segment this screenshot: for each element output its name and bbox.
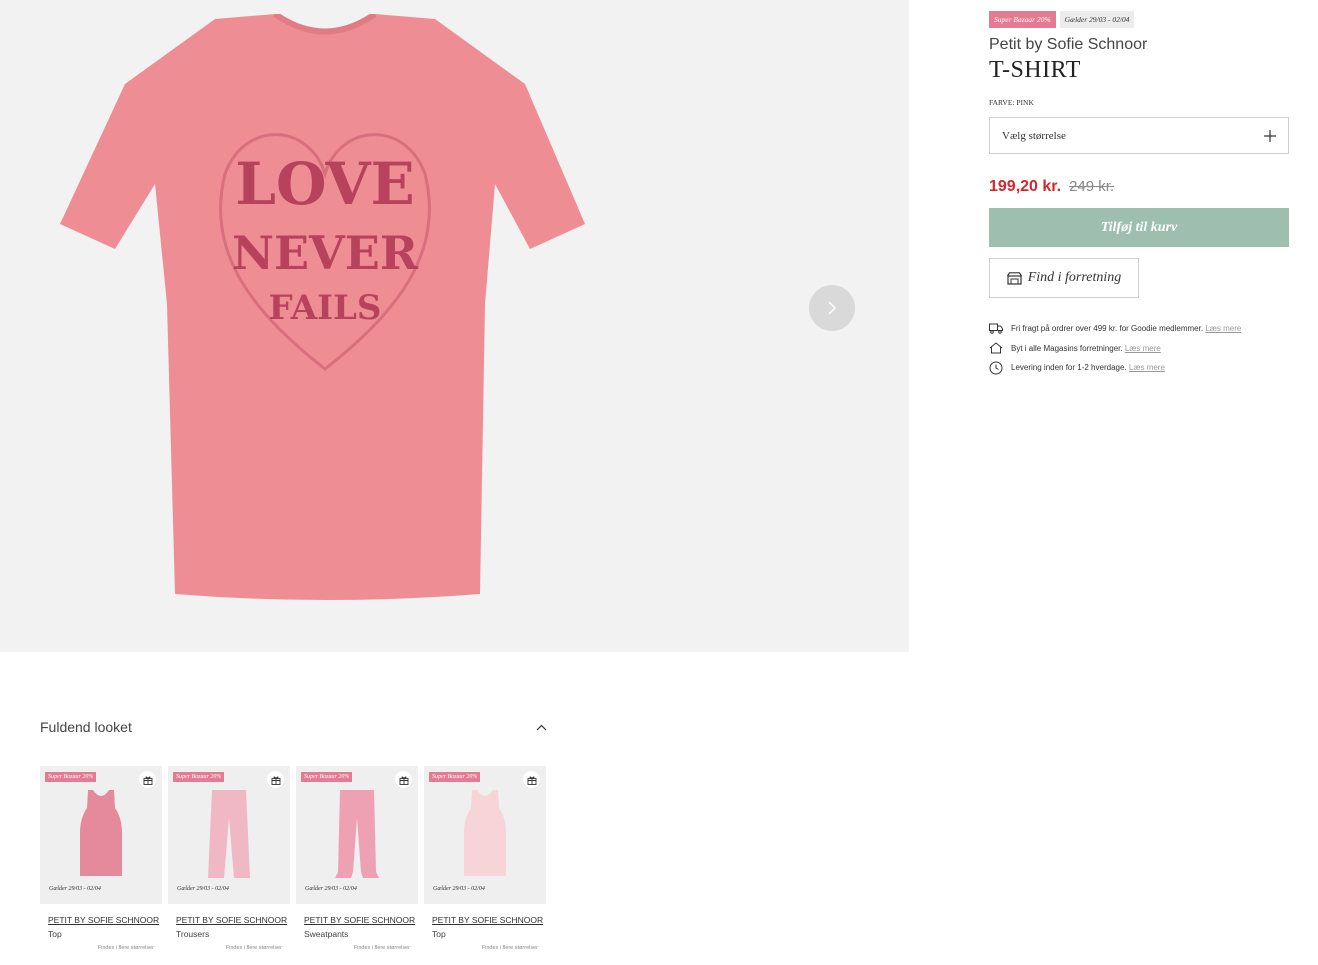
- trousers-image: [208, 790, 250, 878]
- card-date: Gælder 29/03 - 02/04: [433, 886, 485, 892]
- usp-item: Levering inden for 1-2 hverdage. Læs mer…: [989, 358, 1289, 378]
- original-price: 249 kr.: [1069, 178, 1115, 195]
- color-row: FARVE: PINK: [989, 98, 1289, 107]
- gift-icon: [143, 775, 152, 785]
- look-product-card[interactable]: Super Bazaar 20% Gælder 29/03 - 02/04 PE…: [424, 766, 546, 951]
- look-product-card[interactable]: Super Bazaar 20% Gælder 29/03 - 02/04 PE…: [296, 766, 418, 951]
- card-brand[interactable]: PETIT BY SOFIE SCHNOOR: [432, 915, 546, 925]
- card-type: Trousers: [176, 929, 210, 939]
- card-brand[interactable]: PETIT BY SOFIE SCHNOOR: [176, 915, 290, 925]
- size-select-label: Vælg størrelse: [1002, 129, 1066, 142]
- sweatpants-image: [335, 790, 379, 878]
- card-brand[interactable]: PETIT BY SOFIE SCHNOOR: [48, 915, 162, 925]
- find-in-store-label: Find i forretning: [1027, 270, 1122, 285]
- plus-icon: [1264, 129, 1276, 142]
- look-product-image[interactable]: Super Bazaar 20% Gælder 29/03 - 02/04: [296, 766, 418, 904]
- card-date: Gælder 29/03 - 02/04: [177, 886, 229, 892]
- product-image: LOVE NEVER FAILS: [60, 14, 585, 600]
- color-label: FARVE:: [989, 98, 1015, 107]
- card-type: Top: [432, 929, 446, 939]
- card-brand[interactable]: PETIT BY SOFIE SCHNOOR: [304, 915, 418, 925]
- look-product-image[interactable]: Super Bazaar 20% Gælder 29/03 - 02/04: [40, 766, 162, 904]
- gift-icon: [271, 775, 280, 785]
- clock-icon: [989, 361, 1003, 375]
- color-value: PINK: [1016, 98, 1034, 107]
- print-line-3: FAILS: [269, 288, 382, 328]
- card-type: Sweatpants: [304, 929, 349, 939]
- card-date: Gælder 29/03 - 02/04: [49, 886, 101, 892]
- gift-button[interactable]: [523, 771, 540, 788]
- add-to-cart-button[interactable]: Tilføj til kurv: [989, 208, 1289, 247]
- date-badge: Gælder 29/03 - 02/04: [1059, 11, 1135, 28]
- sale-badge: Super Bazaar 20%: [989, 11, 1056, 28]
- usp-item: Byt i alle Magasins forretninger. Læs me…: [989, 339, 1289, 359]
- look-product-image[interactable]: Super Bazaar 20% Gælder 29/03 - 02/04: [168, 766, 290, 904]
- product-brand[interactable]: Petit by Sofie Schnoor: [989, 36, 1289, 54]
- card-availability: Findes i flere størrelser: [353, 945, 410, 951]
- card-type: Top: [48, 929, 62, 939]
- gift-button[interactable]: [139, 771, 156, 788]
- usp-item: Fri fragt på ordrer over 499 kr. for Goo…: [989, 319, 1289, 339]
- usp-text: Fri fragt på ordrer over 499 kr. for Goo…: [1011, 324, 1204, 334]
- card-sale-badge: Super Bazaar 20%: [45, 772, 97, 782]
- usp-list: Fri fragt på ordrer over 499 kr. for Goo…: [989, 319, 1289, 378]
- product-gallery: LOVE NEVER FAILS: [0, 0, 909, 652]
- card-availability: Findes i flere størrelser: [97, 945, 154, 951]
- find-in-store-button[interactable]: Find i forretning: [989, 258, 1139, 298]
- truck-icon: [989, 323, 1003, 335]
- look-product-card[interactable]: Super Bazaar 20% Gælder 29/03 - 02/04 PE…: [168, 766, 290, 951]
- card-sale-badge: Super Bazaar 20%: [301, 772, 353, 782]
- next-image-button[interactable]: [809, 285, 855, 331]
- store-icon: [1006, 271, 1022, 285]
- print-line-2: NEVER: [232, 226, 419, 280]
- gift-icon: [527, 775, 536, 785]
- house-icon: [989, 342, 1003, 354]
- card-availability: Findes i flere størrelser: [481, 945, 538, 951]
- look-product-card[interactable]: Super Bazaar 20% Gælder 29/03 - 02/04 PE…: [40, 766, 162, 951]
- card-date: Gælder 29/03 - 02/04: [305, 886, 357, 892]
- look-product-list: Super Bazaar 20% Gælder 29/03 - 02/04 PE…: [40, 766, 546, 951]
- chevron-up-icon[interactable]: [536, 724, 547, 731]
- usp-text: Levering inden for 1-2 hverdage.: [1011, 363, 1127, 373]
- badge-row: Super Bazaar 20% Gælder 29/03 - 02/04: [989, 11, 1289, 28]
- product-title: T-SHIRT: [989, 57, 1081, 83]
- complete-look-header[interactable]: Fuldend looket: [40, 719, 547, 735]
- gift-icon: [399, 775, 408, 785]
- size-select[interactable]: Vælg størrelse: [989, 117, 1289, 154]
- read-more-link[interactable]: Læs mere: [1125, 344, 1161, 353]
- look-product-image[interactable]: Super Bazaar 20% Gælder 29/03 - 02/04: [424, 766, 546, 904]
- read-more-link[interactable]: Læs mere: [1205, 324, 1241, 333]
- card-availability: Findes i flere størrelser: [225, 945, 282, 951]
- gift-button[interactable]: [395, 771, 412, 788]
- tank-top-image: [80, 790, 122, 876]
- usp-text: Byt i alle Magasins forretninger.: [1011, 343, 1123, 353]
- gift-button[interactable]: [267, 771, 284, 788]
- chevron-right-icon: [828, 301, 837, 315]
- card-sale-badge: Super Bazaar 20%: [173, 772, 225, 782]
- tank-top-image: [464, 790, 506, 876]
- card-sale-badge: Super Bazaar 20%: [429, 772, 481, 782]
- price-row: 199,20 kr. 249 kr.: [989, 178, 1289, 196]
- product-info: Super Bazaar 20% Gælder 29/03 - 02/04 Pe…: [989, 11, 1289, 378]
- complete-look-title: Fuldend looket: [40, 719, 132, 735]
- read-more-link[interactable]: Læs mere: [1129, 363, 1165, 372]
- current-price: 199,20 kr.: [989, 178, 1062, 195]
- print-line-1: LOVE: [235, 150, 415, 218]
